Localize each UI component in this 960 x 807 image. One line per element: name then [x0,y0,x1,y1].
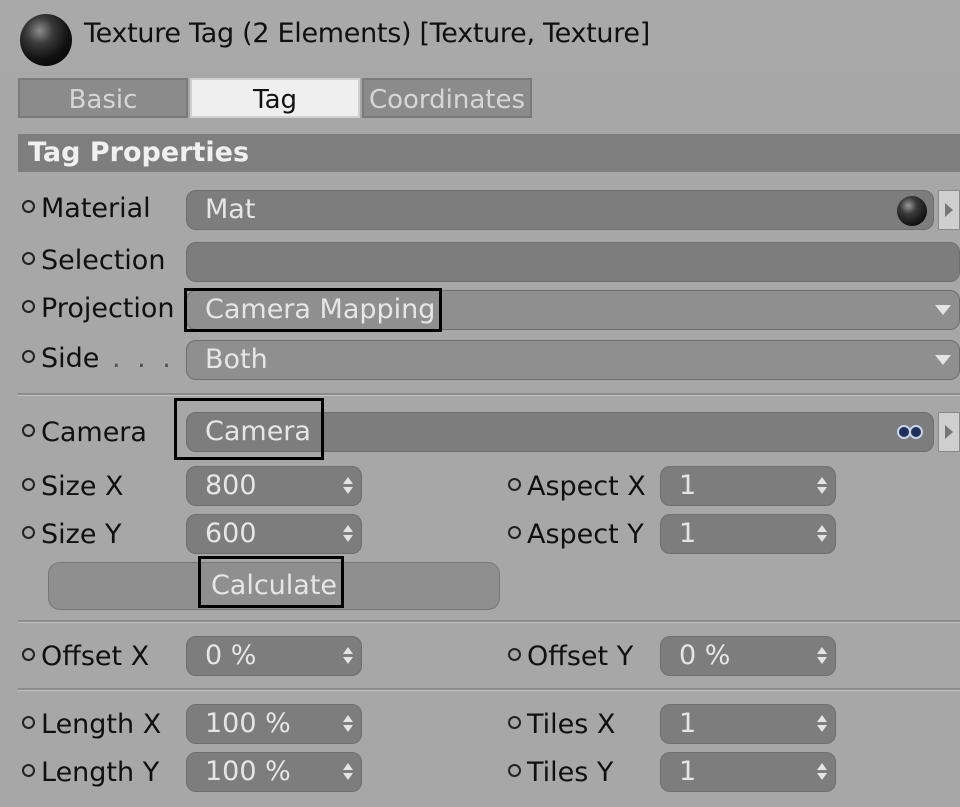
panel-header: Texture Tag (2 Elements) [Texture, Textu… [0,0,960,72]
animate-dot-icon[interactable] [22,252,35,265]
material-value: Mat [205,194,256,225]
size-x-label: Size X [22,471,124,502]
tiles-x-input[interactable]: 1 [660,704,836,744]
stepper-arrows-icon[interactable] [817,525,827,543]
material-preview-icon [897,196,927,226]
size-y-value: 600 [205,518,257,549]
section-tag-properties: Tag Properties [18,134,960,172]
tiles-x-value: 1 [679,708,697,739]
offset-x-input[interactable]: 0 % [186,636,362,676]
length-x-label: Length X [22,709,161,740]
offset-x-label: Offset X [22,641,149,672]
aspect-y-input[interactable]: 1 [660,514,836,554]
length-y-value: 100 % [205,756,291,787]
tiles-y-value: 1 [679,756,697,787]
stepper-arrows-icon[interactable] [817,477,827,495]
side-dropdown[interactable]: Both [186,340,960,380]
stepper-arrows-icon[interactable] [343,715,353,733]
tiles-y-input[interactable]: 1 [660,752,836,792]
animate-dot-icon[interactable] [22,424,35,437]
divider [18,620,960,623]
attribute-manager-panel: Texture Tag (2 Elements) [Texture, Textu… [0,0,960,807]
length-y-label: Length Y [22,757,159,788]
animate-dot-icon[interactable] [22,478,35,491]
aspect-x-value: 1 [679,470,697,501]
camera-object-icon [897,423,923,443]
texture-tag-ball-icon [20,14,72,66]
animate-dot-icon[interactable] [22,526,35,539]
selection-field[interactable] [186,242,960,282]
camera-menu-arrow-icon[interactable] [938,412,960,452]
divider [18,393,960,396]
stepper-arrows-icon[interactable] [343,647,353,665]
stepper-arrows-icon[interactable] [343,763,353,781]
animate-dot-icon[interactable] [508,716,521,729]
animate-dot-icon[interactable] [508,526,521,539]
aspect-x-input[interactable]: 1 [660,466,836,506]
animate-dot-icon[interactable] [22,716,35,729]
tab-basic[interactable]: Basic [18,78,188,118]
dropdown-arrow-icon [935,355,951,365]
stepper-arrows-icon[interactable] [817,715,827,733]
dropdown-arrow-icon [935,305,951,315]
offset-y-label: Offset Y [508,641,633,672]
animate-dot-icon[interactable] [22,300,35,313]
size-y-input[interactable]: 600 [186,514,362,554]
material-field[interactable]: Mat [186,190,934,230]
projection-highlight-box [184,288,442,332]
size-x-input[interactable]: 800 [186,466,362,506]
material-label: Material [22,193,151,224]
panel-title: Texture Tag (2 Elements) [Texture, Textu… [84,18,650,49]
tab-coordinates[interactable]: Coordinates [362,78,532,118]
offset-y-input[interactable]: 0 % [660,636,836,676]
animate-dot-icon[interactable] [22,764,35,777]
offset-x-value: 0 % [205,640,257,671]
animate-dot-icon[interactable] [508,648,521,661]
camera-highlight-box [174,398,324,460]
divider [18,688,960,691]
projection-label: Projection [22,293,175,324]
camera-label: Camera [22,417,147,448]
animate-dot-icon[interactable] [508,478,521,491]
aspect-x-label: Aspect X [508,471,646,502]
aspect-y-value: 1 [679,518,697,549]
offset-y-value: 0 % [679,640,731,671]
side-value: Both [205,344,268,375]
tab-tag[interactable]: Tag [190,78,360,118]
animate-dot-icon[interactable] [22,200,35,213]
stepper-arrows-icon[interactable] [817,647,827,665]
aspect-y-label: Aspect Y [508,519,644,550]
stepper-arrows-icon[interactable] [343,525,353,543]
animate-dot-icon[interactable] [508,764,521,777]
tiles-y-label: Tiles Y [508,757,613,788]
stepper-arrows-icon[interactable] [343,477,353,495]
animate-dot-icon[interactable] [22,648,35,661]
selection-label: Selection [22,245,165,276]
length-y-input[interactable]: 100 % [186,752,362,792]
calculate-highlight-box [198,556,344,608]
material-menu-arrow-icon[interactable] [938,190,960,230]
stepper-arrows-icon[interactable] [817,763,827,781]
tiles-x-label: Tiles X [508,709,615,740]
animate-dot-icon[interactable] [22,350,35,363]
size-x-value: 800 [205,470,257,501]
length-x-input[interactable]: 100 % [186,704,362,744]
length-x-value: 100 % [205,708,291,739]
size-y-label: Size Y [22,519,122,550]
